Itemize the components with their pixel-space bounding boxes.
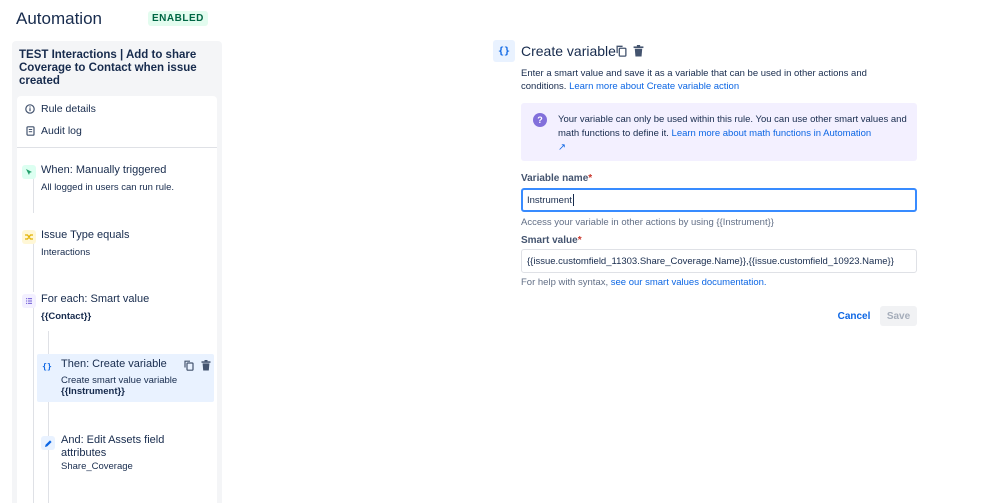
trigger-icon xyxy=(22,165,36,179)
divider xyxy=(17,147,217,148)
step-subtitle: All logged in users can run rule. xyxy=(41,182,175,193)
copy-icon[interactable] xyxy=(182,359,195,372)
step-condition[interactable]: Issue Type equals Interactions xyxy=(17,223,217,263)
smart-value-input[interactable]: {{issue.customfield_11303.Share_Coverage… xyxy=(521,249,917,273)
delete-icon[interactable] xyxy=(632,44,645,57)
step-title: When: Manually triggered xyxy=(41,164,167,176)
variable-name-helper: Access your variable in other actions by… xyxy=(521,217,774,228)
step-create-variable[interactable]: {} Then: Create variable Create smart va… xyxy=(37,354,214,402)
step-title: And: Edit Assets field xyxy=(61,434,165,446)
rule-sidebar: TEST Interactions | Add to share Coverag… xyxy=(12,41,222,503)
rule-title: TEST Interactions | Add to share Coverag… xyxy=(19,49,197,87)
variable-name-input[interactable]: Instrument xyxy=(521,188,917,212)
step-subtitle: Interactions xyxy=(41,247,91,258)
info-panel: ? Your variable can only be used within … xyxy=(521,103,917,161)
braces-icon: {} xyxy=(493,40,515,62)
pencil-icon xyxy=(41,436,55,450)
text-caret xyxy=(572,194,574,206)
step-subtitle: {{Contact}} xyxy=(41,311,92,322)
sidebar-item-label: Rule details xyxy=(41,103,96,115)
step-edit-assets[interactable]: And: Edit Assets field attributes Share_… xyxy=(37,430,217,478)
step-trigger[interactable]: When: Manually triggered All logged in u… xyxy=(17,158,217,198)
info-text: Your variable can only be used within th… xyxy=(558,113,908,155)
braces-icon: {} xyxy=(42,361,52,371)
step-title: For each: Smart value xyxy=(41,293,150,305)
sidebar-item-rule-details[interactable]: Rule details xyxy=(17,99,217,119)
external-link-icon[interactable]: ↗ xyxy=(558,142,566,153)
smart-value-helper: For help with syntax, see our smart valu… xyxy=(521,277,767,288)
step-branch[interactable]: For each: Smart value {{Contact}} xyxy=(17,287,217,327)
smart-value-label: Smart value* xyxy=(521,235,582,246)
status-badge: ENABLED xyxy=(148,11,208,26)
copy-icon[interactable] xyxy=(615,44,628,57)
math-functions-link[interactable]: Learn more about math functions in Autom… xyxy=(672,128,872,139)
page-title: Automation xyxy=(16,9,102,28)
save-button[interactable]: Save xyxy=(880,306,917,326)
panel-description: Enter a smart value and save it as a var… xyxy=(521,67,901,93)
smart-values-docs-link[interactable]: see our smart values documentation. xyxy=(611,277,767,288)
step-variable-name: {{Instrument}} xyxy=(61,386,125,397)
sidebar-item-label: Audit log xyxy=(41,125,82,137)
question-icon: ? xyxy=(533,113,547,127)
variable-name-label: Variable name* xyxy=(521,173,593,184)
branch-list-icon xyxy=(22,294,36,308)
rule-steps-panel: Rule details Audit log When: Manually tr… xyxy=(17,96,217,503)
step-subtitle: Share_Coverage xyxy=(61,461,133,472)
shuffle-icon xyxy=(22,230,36,244)
variable-name-value: Instrument xyxy=(527,194,572,206)
smart-value-value: {{issue.customfield_11303.Share_Coverage… xyxy=(527,255,894,267)
cancel-button[interactable]: Cancel xyxy=(832,306,876,326)
info-icon xyxy=(17,104,41,114)
document-icon xyxy=(17,126,41,136)
step-title: Then: Create variable xyxy=(61,358,167,370)
required-marker: * xyxy=(577,235,582,246)
learn-more-link[interactable]: Learn more about Create variable action xyxy=(569,81,739,92)
delete-icon[interactable] xyxy=(199,359,212,372)
sidebar-item-audit-log[interactable]: Audit log xyxy=(17,121,217,141)
step-title: Issue Type equals xyxy=(41,229,130,241)
timeline-connector xyxy=(33,306,34,503)
step-title-cont: attributes xyxy=(61,447,107,459)
required-marker: * xyxy=(588,173,593,184)
panel-title: Create variable xyxy=(521,43,616,59)
